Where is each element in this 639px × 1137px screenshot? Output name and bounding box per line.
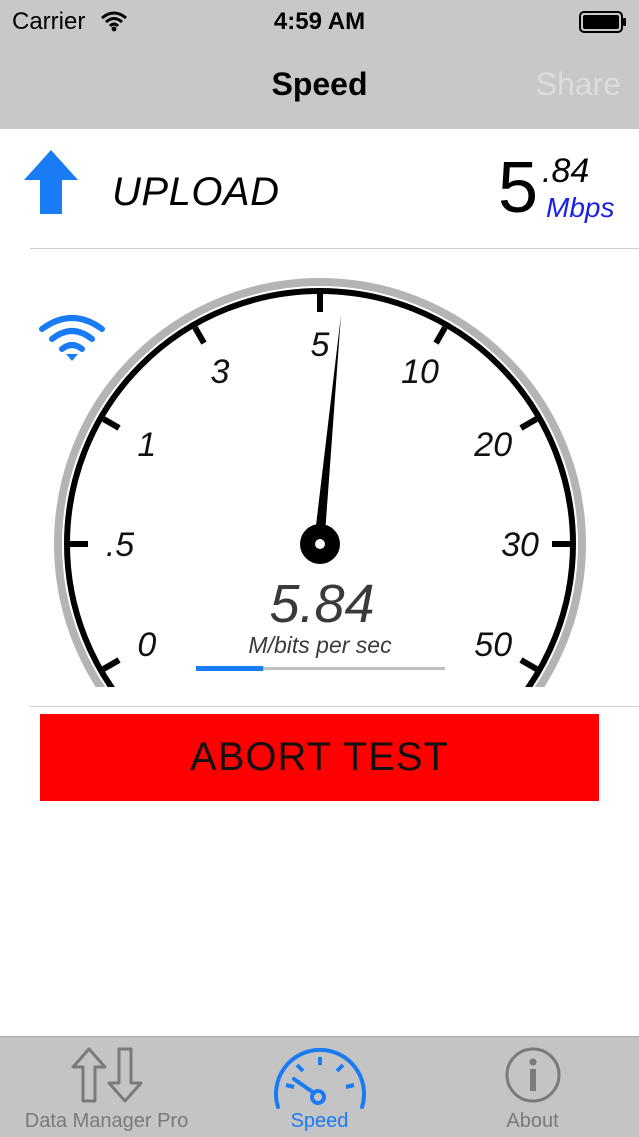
divider [30, 706, 639, 707]
upload-arrow-icon [24, 150, 78, 214]
speed-fraction-value: .84 [542, 152, 590, 190]
gauge-units-label: M/bits per sec [248, 632, 392, 658]
gauge-value-readout: 5.84 [269, 574, 374, 634]
abort-test-button[interactable]: ABORT TEST [40, 714, 599, 801]
speed-unit-label: Mbps [546, 192, 615, 223]
tab-speed[interactable]: Speed [213, 1037, 426, 1137]
gauge-tick [433, 325, 448, 345]
gauge-scale-label: 1 [137, 426, 156, 464]
gauge-scale-label: 30 [501, 526, 539, 564]
gauge-scale-label: 20 [473, 426, 512, 464]
gauge-scale-label: .5 [106, 526, 134, 564]
gauge-tick [519, 416, 539, 431]
test-progress-fill [196, 666, 264, 671]
gauge-scale-label: 50 [474, 626, 512, 664]
share-button[interactable]: Share [536, 66, 621, 103]
gauge-scale-label: 0 [137, 626, 156, 664]
gauge-scale-label: 3 [211, 353, 230, 391]
test-direction-label: UPLOAD [112, 170, 280, 214]
status-bar: Carrier 4:59 AM [0, 0, 639, 44]
speed-whole-value: 5 [498, 148, 539, 228]
speedometer-gauge: 0 .5 1 3 5 10 20 30 50 5.84 M/bits per sec [0, 249, 639, 687]
tab-data-manager-pro[interactable]: Data Manager Pro [0, 1037, 213, 1137]
gauge-hub-center [315, 539, 325, 549]
wifi-connection-icon [39, 315, 105, 361]
tab-label: About [506, 1110, 559, 1132]
gauge-scale-label: 5 [311, 326, 330, 364]
gauge-tick [519, 657, 539, 672]
tab-label: Speed [290, 1110, 349, 1132]
speedometer-icon [273, 1047, 366, 1109]
info-circle-icon [505, 1047, 560, 1103]
clock-time: 4:59 AM [273, 8, 366, 35]
updown-arrows-icon [71, 1047, 142, 1103]
battery-icon [579, 11, 626, 33]
gauge-tick [192, 325, 207, 345]
navigation-bar: Speed Share [0, 44, 639, 129]
tab-label: Data Manager Pro [24, 1110, 189, 1132]
tab-bar: Data Manager Pro Speed About [0, 1036, 639, 1137]
gauge-tick [101, 657, 121, 672]
gauge-tick [101, 416, 121, 431]
gauge-scale-label: 10 [401, 353, 439, 391]
test-status-row: UPLOAD 5 .84 Mbps [0, 130, 639, 248]
tab-about[interactable]: About [426, 1037, 639, 1137]
